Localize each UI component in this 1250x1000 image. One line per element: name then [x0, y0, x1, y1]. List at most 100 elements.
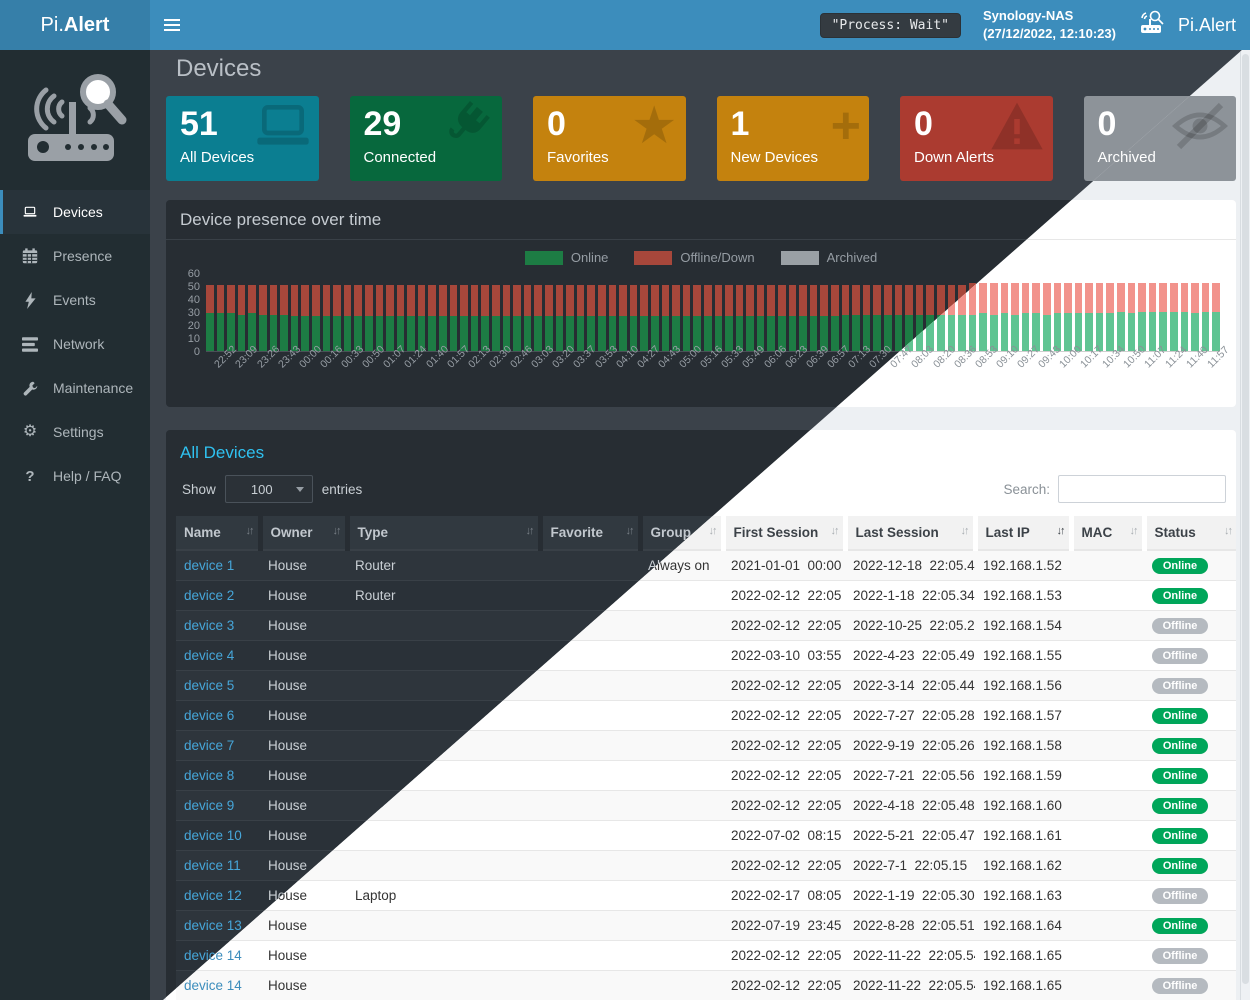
cell-last-ip: 192.168.1.52: [975, 550, 1071, 581]
device-link[interactable]: device 6: [184, 708, 234, 723]
card-all-devices[interactable]: 51All Devices: [166, 96, 319, 181]
column-header-first-session[interactable]: First Session↓↑: [723, 516, 845, 550]
column-label: Group: [651, 525, 692, 540]
sidebar-item-help-faq[interactable]: ?Help / FAQ: [0, 454, 150, 498]
cell-last-ip: 192.168.1.59: [975, 761, 1071, 791]
cell-name: device 10: [176, 821, 260, 851]
chart-bar: [259, 285, 267, 351]
chart-bar: [238, 285, 246, 351]
cell-last-session: 2022-8-28 22:05.51: [845, 911, 975, 941]
device-link[interactable]: device 8: [184, 768, 234, 783]
cell-favorite: [540, 731, 640, 761]
cell-status: Offline: [1144, 641, 1236, 671]
device-link[interactable]: device 4: [184, 648, 234, 663]
cell-favorite: [540, 671, 640, 701]
sidebar-item-label: Help / FAQ: [53, 468, 121, 484]
navbar-brand-right[interactable]: Pi.Alert: [1138, 10, 1236, 41]
column-header-owner[interactable]: Owner↓↑: [260, 516, 347, 550]
card-new-devices[interactable]: 1New Devices+: [717, 96, 870, 181]
sidebar-item-presence[interactable]: Presence: [0, 234, 150, 278]
device-link[interactable]: device 9: [184, 798, 234, 813]
eye-slash-icon: [1172, 100, 1228, 161]
chart-bar: [577, 285, 585, 351]
cell-name: device 11: [176, 851, 260, 881]
device-link[interactable]: device 2: [184, 588, 234, 603]
column-header-last-session[interactable]: Last Session↓↑: [845, 516, 975, 550]
chart-bar: [439, 285, 447, 351]
chart-bar: [492, 285, 500, 351]
page-title: Devices: [176, 55, 261, 83]
device-link[interactable]: device 10: [184, 828, 242, 843]
cell-owner: House: [260, 821, 347, 851]
cell-owner: House: [260, 791, 347, 821]
device-link[interactable]: device 13: [184, 918, 242, 933]
chart-bar: [1117, 283, 1125, 351]
host-name: Synology-NAS: [983, 7, 1116, 25]
column-header-favorite[interactable]: Favorite↓↑: [540, 516, 640, 550]
sidebar-item-settings[interactable]: ⚙Settings: [0, 410, 150, 454]
sidebar-item-maintenance[interactable]: Maintenance: [0, 366, 150, 410]
card-connected[interactable]: 29Connected: [350, 96, 503, 181]
page-scrollbar[interactable]: [1240, 50, 1250, 1000]
chart-bar: [873, 285, 881, 351]
device-link[interactable]: device 3: [184, 618, 234, 633]
hamburger-menu-icon[interactable]: [164, 0, 198, 50]
cell-group: [640, 731, 723, 761]
legend-swatch: [634, 251, 672, 265]
chart-bar: [1096, 283, 1104, 351]
table-row: device 14House2022-02-12 22:052022-11-22…: [176, 971, 1236, 1000]
cell-mac: [1071, 671, 1144, 701]
sidebar-item-network[interactable]: Network: [0, 322, 150, 366]
device-link[interactable]: device 5: [184, 678, 234, 693]
cell-last-ip: 192.168.1.56: [975, 671, 1071, 701]
pialert-logo: [0, 50, 150, 190]
column-header-status[interactable]: Status↓↑: [1144, 516, 1236, 550]
column-header-type[interactable]: Type↓↑: [347, 516, 540, 550]
column-header-last-ip[interactable]: Last IP↓↑: [975, 516, 1071, 550]
chart-bar: [863, 285, 871, 351]
sidebar-item-events[interactable]: Events: [0, 278, 150, 322]
chart-bar: [1181, 283, 1189, 351]
status-badge: Online: [1152, 588, 1208, 604]
sort-arrows-icon: ↓↑: [333, 525, 340, 537]
entries-label: entries: [322, 482, 363, 497]
scrollbar-thumb[interactable]: [1242, 54, 1249, 984]
app-logo[interactable]: Pi.Alert: [0, 0, 150, 50]
show-label: Show: [182, 482, 216, 497]
card-down-alerts[interactable]: 0Down Alerts: [900, 96, 1053, 181]
search-control: Search:: [1003, 475, 1226, 503]
cell-group: [640, 581, 723, 611]
page-size-select[interactable]: 100: [225, 475, 313, 503]
cell-mac: [1071, 941, 1144, 971]
cell-last-session: 2022-5-21 22:05.47: [845, 821, 975, 851]
chart-bar: [566, 285, 574, 351]
chart-bar: [365, 285, 373, 351]
device-link[interactable]: device 1: [184, 558, 234, 573]
chart-bar: [1043, 283, 1051, 351]
chart-bar: [990, 283, 998, 351]
sidebar-item-label: Network: [53, 336, 104, 352]
device-link[interactable]: device 11: [184, 858, 241, 873]
device-link[interactable]: device 12: [184, 888, 242, 903]
cell-last-ip: 192.168.1.57: [975, 701, 1071, 731]
search-input[interactable]: [1058, 475, 1226, 503]
card-favorites[interactable]: 0Favorites★: [533, 96, 686, 181]
device-link[interactable]: device 7: [184, 738, 234, 753]
cell-last-session: 2022-7-21 22:05.56: [845, 761, 975, 791]
cell-last-session: 2022-4-18 22:05.48: [845, 791, 975, 821]
cell-last-ip: 192.168.1.53: [975, 581, 1071, 611]
column-header-mac[interactable]: MAC↓↑: [1071, 516, 1144, 550]
sidebar-item-label: Presence: [53, 248, 112, 264]
cell-first-session: 2022-02-17 08:05: [723, 881, 845, 911]
chart-bar: [587, 285, 595, 351]
sidebar-item-devices[interactable]: Devices: [0, 190, 150, 234]
chart-bar: [471, 285, 479, 351]
device-link[interactable]: device 14: [184, 978, 242, 993]
cell-first-session: 2022-02-12 22:05: [723, 971, 845, 1000]
chart-bar: [460, 285, 468, 351]
column-header-name[interactable]: Name↓↑: [176, 516, 260, 550]
cell-group: [640, 851, 723, 881]
chart-bar: [524, 285, 532, 351]
chart-bar: [895, 285, 903, 351]
host-info: Synology-NAS (27/12/2022, 12:10:23): [983, 7, 1116, 42]
